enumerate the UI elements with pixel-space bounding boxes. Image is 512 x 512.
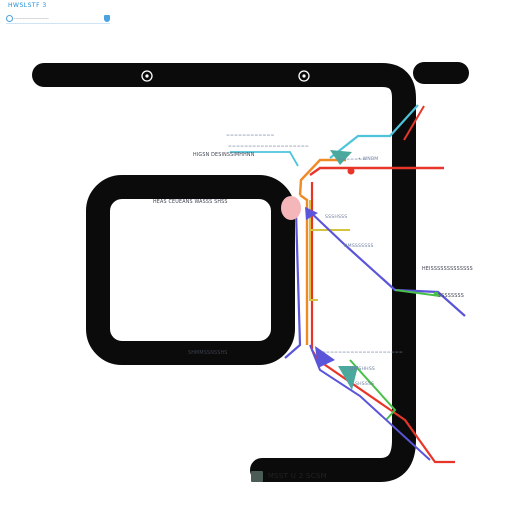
line-red-vertical <box>310 182 455 464</box>
label-top-a: ============ <box>226 133 275 138</box>
legend-swatch <box>251 470 263 482</box>
label-low-a: ==================== <box>322 350 403 355</box>
label-top-b: ==================== <box>228 144 309 149</box>
label-mid-a: SSSHSSS <box>325 214 347 220</box>
map-canvas[interactable]: HWSLSTF 3 ------------------------ =====… <box>0 0 512 512</box>
line-red <box>309 166 444 176</box>
label-low-b: HWSHHSS <box>350 366 375 372</box>
zone-pink <box>281 196 301 220</box>
label-left-a: HIGSN DESINSSIMHHNN <box>193 152 255 158</box>
label-room-caption: HEAS CEUEANS WASSS SHSS <box>153 199 228 205</box>
label-right-c: SSSSSSSS <box>438 293 464 299</box>
map-legend: MSST U 2 SCSM <box>251 469 327 483</box>
legend-label: MSST U 2 SCSM <box>267 472 327 480</box>
station-red-dot <box>347 167 355 175</box>
label-mid-b: HMSSSSSSS <box>344 243 374 249</box>
label-left-b: ======= <box>338 157 366 162</box>
label-right-b: HEISSSSSSSSSSSSS <box>422 266 473 272</box>
map-svg: ============ ==================== HIGSN … <box>32 62 473 482</box>
label-low-c: SHSSSS <box>355 381 374 387</box>
label-room-bottom: SHMMSSNSSHS <box>188 350 228 356</box>
line-orange <box>298 158 346 345</box>
room-block <box>86 175 295 365</box>
